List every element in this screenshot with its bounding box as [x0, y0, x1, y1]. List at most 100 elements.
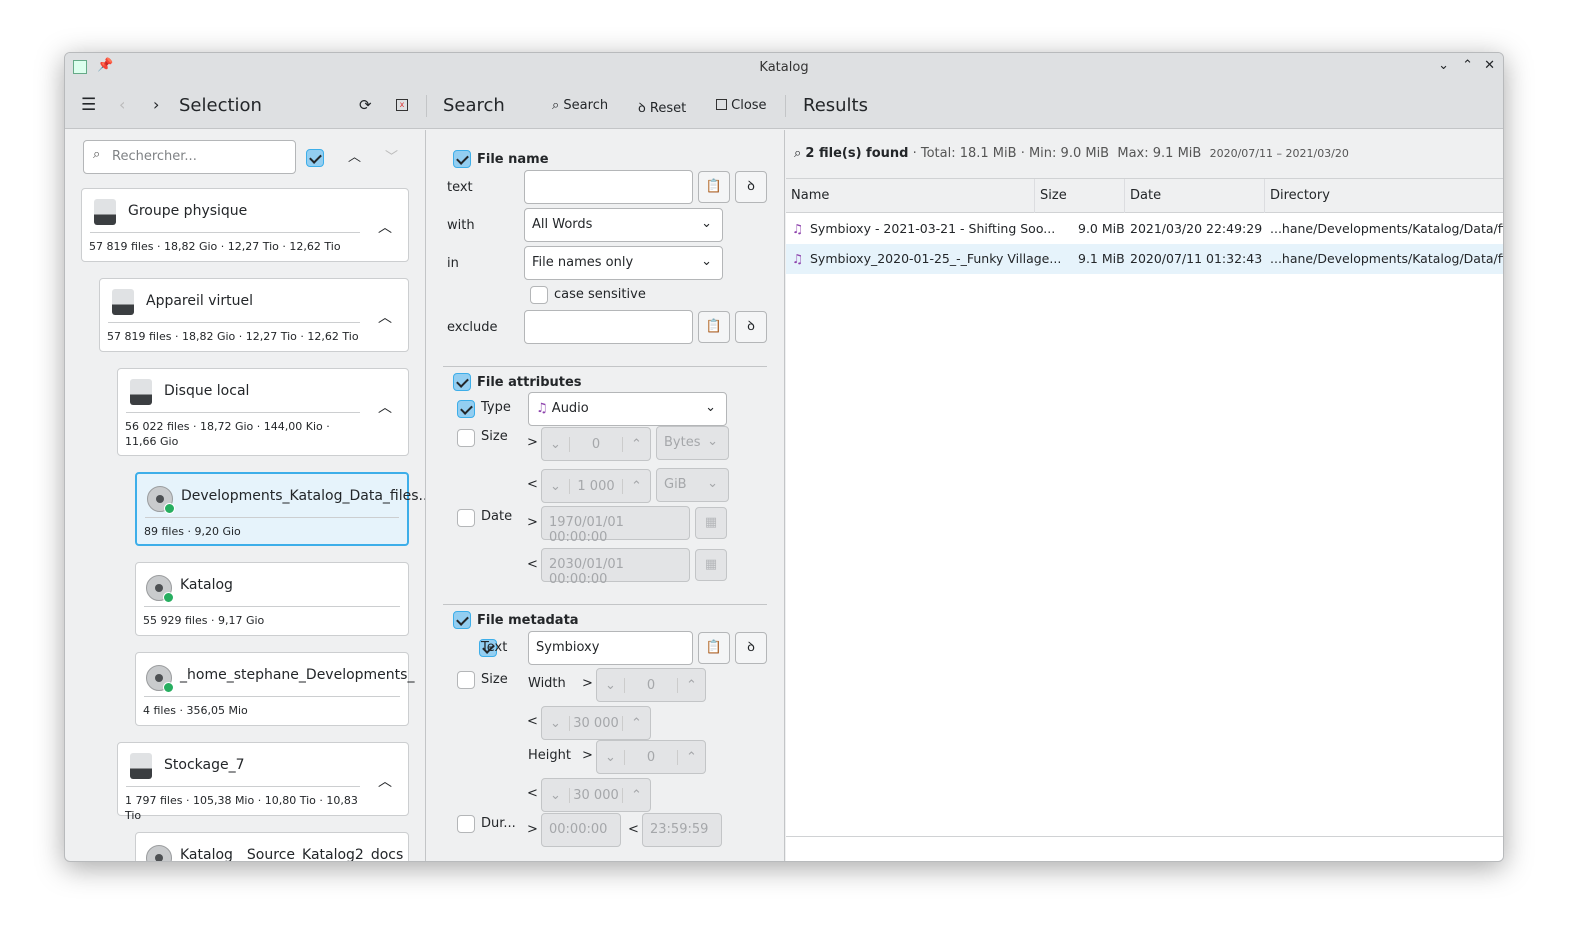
clear-button[interactable]: ꝺ [735, 311, 767, 343]
close-window-icon[interactable]: ✕ [1484, 58, 1495, 73]
duration-min-input[interactable]: 00:00:00 [541, 813, 621, 847]
back-icon[interactable]: ‹ [119, 95, 125, 114]
date-checkbox[interactable] [457, 509, 475, 527]
in-select[interactable]: File names only ⌄ [524, 246, 723, 280]
height-min-spinbox[interactable]: ⌄ 0 ⌃ [596, 740, 706, 774]
collapse-chevron-icon[interactable]: ︿ [378, 771, 392, 791]
selection-card[interactable]: Groupe physique 57 819 files · 18,82 Gio … [81, 188, 409, 262]
metadata-size-label: Size [481, 672, 508, 687]
lt-label: < [527, 714, 538, 729]
width-min-spinbox[interactable]: ⌄ 0 ⌃ [596, 668, 706, 702]
selection-search-input[interactable]: ⌕ Rechercher... [83, 140, 296, 174]
decrement-icon[interactable]: ⌄ [542, 436, 570, 452]
increment-icon[interactable]: ⌃ [677, 749, 705, 765]
select-all-checkbox[interactable] [306, 149, 324, 167]
column-header-date[interactable]: Date [1125, 179, 1265, 213]
horizontal-scrollbar[interactable] [786, 836, 1503, 837]
table-row[interactable]: ♫ Symbioxy - 2021-03-21 - Shifting Soo..… [786, 214, 1503, 244]
paste-button[interactable]: 📋 [698, 632, 730, 664]
with-select[interactable]: All Words ⌄ [524, 208, 723, 242]
row-date: 2020/07/11 01:32:43 [1130, 251, 1263, 266]
increment-icon[interactable]: ⌃ [677, 677, 705, 693]
decrement-icon[interactable]: ⌄ [597, 749, 625, 765]
metadata-size-checkbox[interactable] [457, 671, 475, 689]
row-date: 2021/03/20 22:49:29 [1130, 221, 1263, 236]
increment-icon[interactable]: ⌃ [622, 478, 650, 494]
filename-text-input[interactable] [524, 170, 693, 204]
clear-button[interactable]: ꝺ [735, 171, 767, 203]
metadata-text-input[interactable]: Symbioxy [528, 631, 693, 665]
calendar-icon[interactable]: ▦ [695, 549, 727, 581]
column-header-directory[interactable]: Directory [1265, 179, 1503, 213]
divider [90, 232, 360, 233]
date-min-input[interactable]: 1970/01/01 00:00:00 [541, 506, 690, 545]
reset-button[interactable]: ꝺ Reset [638, 98, 686, 116]
decrement-icon[interactable]: ⌄ [597, 677, 625, 693]
increment-icon[interactable]: ⌃ [622, 436, 650, 452]
expand-all-icon[interactable]: ﹀ [385, 146, 398, 165]
date-max-input[interactable]: 2030/01/01 00:00:00 [541, 548, 690, 587]
file-attributes-section[interactable]: File attributes [453, 373, 582, 391]
search-button[interactable]: ⌕ Search [552, 98, 608, 113]
collapse-chevron-icon[interactable]: ︿ [378, 307, 392, 327]
decrement-icon[interactable]: ⌄ [542, 478, 570, 494]
size-checkbox[interactable] [457, 429, 475, 447]
refresh-icon[interactable]: ⟳ [359, 96, 372, 114]
collapse-chevron-icon[interactable]: ︿ [378, 217, 392, 237]
file-name-checkbox[interactable] [453, 150, 471, 168]
height-max-spinbox[interactable]: ⌄ 30 000 ⌃ [541, 778, 651, 812]
file-attributes-checkbox[interactable] [453, 373, 471, 391]
calendar-icon[interactable]: ▦ [695, 507, 727, 539]
type-checkbox[interactable] [457, 400, 475, 418]
file-metadata-checkbox[interactable] [453, 611, 471, 629]
duration-max-input[interactable]: 23:59:59 [642, 813, 722, 847]
disc-icon [146, 845, 172, 861]
file-name-section[interactable]: File name [453, 150, 549, 168]
decrement-icon[interactable]: ⌄ [542, 715, 570, 731]
minimize-icon[interactable]: ⌄ [1438, 58, 1449, 73]
width-max-spinbox[interactable]: ⌄ 30 000 ⌃ [541, 706, 651, 740]
exclude-input[interactable] [524, 310, 693, 344]
increment-icon[interactable]: ⌃ [622, 787, 650, 803]
paste-button[interactable]: 📋 [698, 171, 730, 203]
forward-icon[interactable]: › [153, 95, 159, 114]
selection-card[interactable]: Stockage_7 1 797 files · 105,38 Mio · 10,… [117, 742, 409, 822]
maximize-icon[interactable]: ⌃ [1462, 58, 1473, 73]
collapse-all-icon[interactable]: ︿ [348, 146, 361, 165]
size-max-spinbox[interactable]: ⌄ 1 000 ⌃ [541, 469, 651, 503]
table-row[interactable]: ♫ Symbioxy_2020-01-25_-_Funky Village...… [786, 244, 1503, 274]
ok-badge-icon [163, 682, 174, 693]
in-value: File names only [532, 255, 634, 270]
size-min-spinbox[interactable]: ⌄ 0 ⌃ [541, 427, 651, 461]
chevron-down-icon: ⌄ [701, 216, 712, 231]
selection-card[interactable]: Developments_Katalog_Data_files... 89 fil… [135, 472, 425, 546]
column-header-size[interactable]: Size [1035, 179, 1125, 213]
selection-card[interactable]: Katalog__Source_Katalog2_docs [135, 832, 409, 861]
duration-label: Dur... [481, 816, 516, 831]
hamburger-menu-icon[interactable]: ☰ [81, 95, 96, 115]
size-max-unit: GiB [664, 477, 687, 492]
gt-label: > [527, 515, 538, 530]
size-min-unit-select[interactable]: Bytes ⌄ [656, 426, 729, 460]
results-table: Name Size Date Directory ♫ Symbioxy - 20… [786, 178, 1503, 861]
results-summary: ⌕ 2 file(s) found · Total: 18.1 MiB · Mi… [794, 146, 1349, 161]
file-metadata-section[interactable]: File metadata [453, 611, 579, 629]
size-max-value: 1 000 [577, 478, 615, 494]
increment-icon[interactable]: ⌃ [622, 715, 650, 731]
close-selection-icon[interactable]: x [396, 99, 408, 111]
type-select[interactable]: ♫ Audio ⌄ [528, 392, 727, 426]
selection-card[interactable]: _home_stephane_Developments_ 4 files · 35… [135, 652, 414, 726]
clear-button[interactable]: ꝺ [735, 632, 767, 664]
size-max-unit-select[interactable]: GiB ⌄ [656, 468, 729, 502]
selection-card[interactable]: Katalog 55 929 files · 9,17 Gio [135, 562, 409, 636]
selection-card[interactable]: Appareil virtuel 57 819 files · 18,82 Gio… [99, 278, 409, 352]
close-button-label: Close [731, 98, 767, 113]
case-sensitive-checkbox[interactable] [530, 286, 548, 304]
duration-checkbox[interactable] [457, 815, 475, 833]
column-header-name[interactable]: Name [786, 179, 1035, 213]
close-search-button[interactable]: Close [716, 98, 767, 113]
selection-card[interactable]: Disque local 56 022 files · 18,72 Gio · 1… [117, 368, 409, 456]
paste-button[interactable]: 📋 [698, 311, 730, 343]
collapse-chevron-icon[interactable]: ︿ [378, 397, 392, 417]
decrement-icon[interactable]: ⌄ [542, 787, 570, 803]
